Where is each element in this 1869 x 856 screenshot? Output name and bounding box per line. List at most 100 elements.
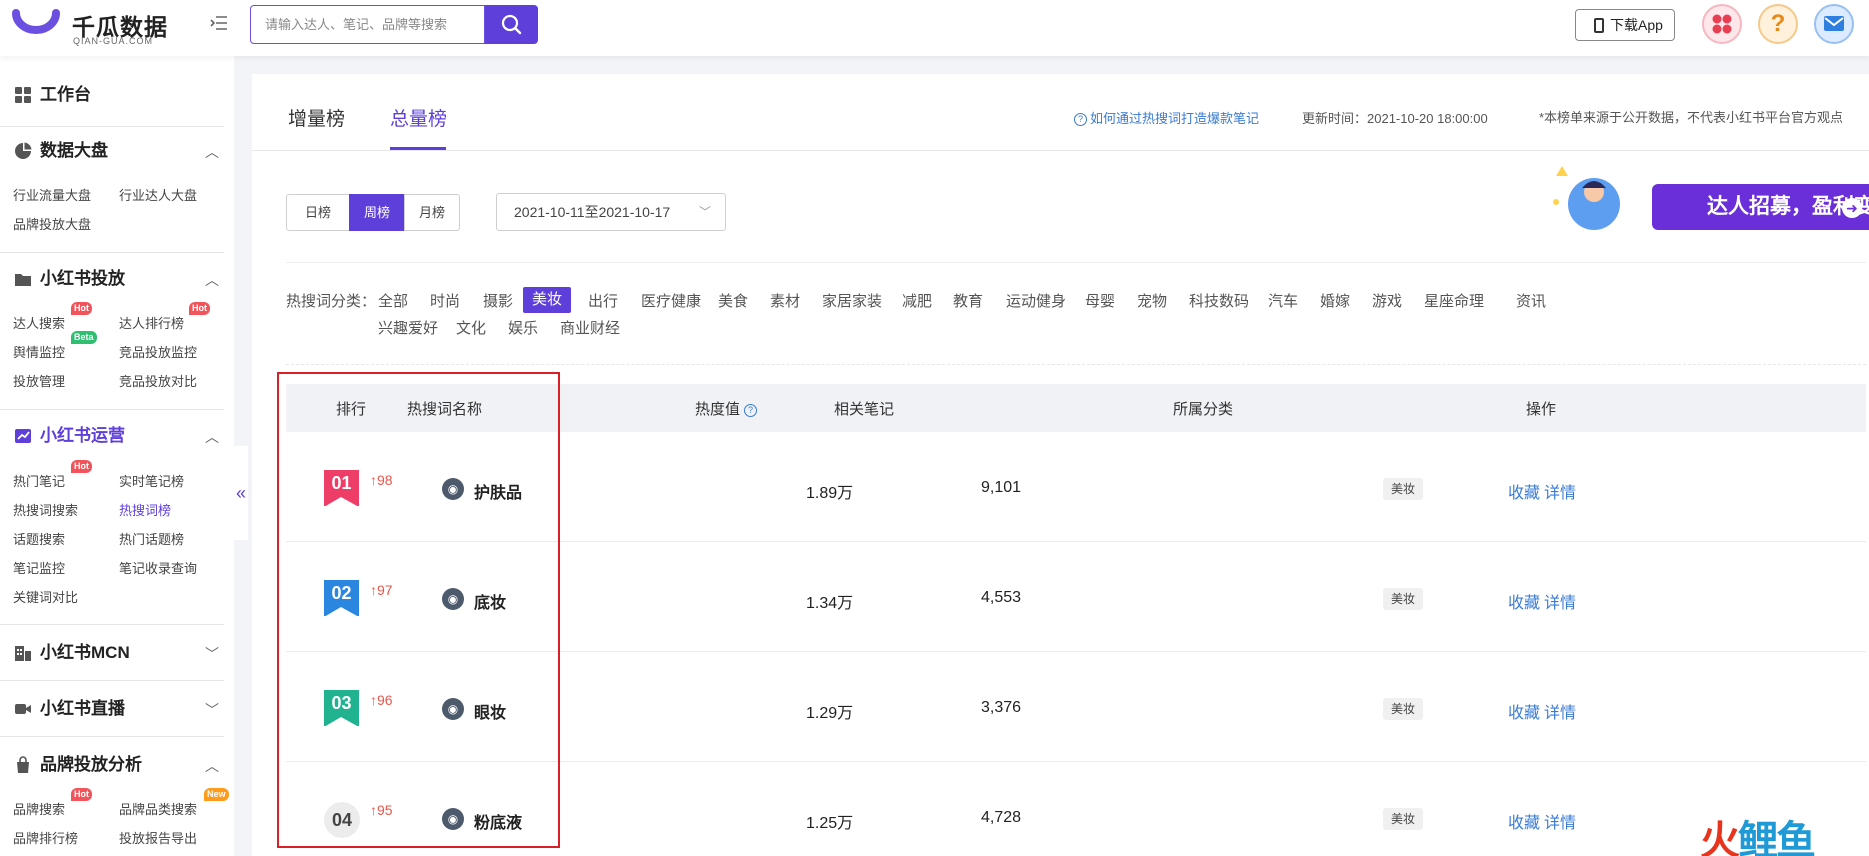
sidebar-item-kol-search[interactable]: 达人搜索 Hot	[13, 302, 92, 332]
category-chip[interactable]: 减肥	[902, 290, 932, 311]
favorite-button[interactable]: 收藏	[1508, 479, 1540, 503]
download-app-button[interactable]: 下载App	[1575, 9, 1675, 41]
category-chip[interactable]: 宠物	[1137, 290, 1167, 311]
sidebar-item-sentiment[interactable]: 舆情监控 Beta	[13, 331, 97, 361]
category-chip[interactable]: 母婴	[1085, 290, 1115, 311]
sidebar-item-note-monitor[interactable]: 笔记监控	[13, 558, 65, 577]
sidebar-section-label: 品牌投放分析	[40, 755, 142, 774]
sidebar-item-report-export[interactable]: 投放报告导出	[119, 828, 197, 847]
category-chip[interactable]: 商业财经	[560, 317, 620, 338]
sidebar-item-brand-category-search[interactable]: 品牌品类搜索 New	[119, 788, 229, 818]
category-chip[interactable]: 资讯	[1516, 290, 1546, 311]
chevron-up-icon[interactable]: ︿	[205, 270, 219, 290]
date-range-select[interactable]: 2021-10-11至2021-10-17 ﹀	[496, 193, 726, 231]
help-link[interactable]: ? 如何通过热搜词打造爆款笔记	[1074, 108, 1259, 127]
new-badge: New	[204, 788, 229, 801]
sidebar-item-industry-kol[interactable]: 行业达人大盘	[119, 185, 197, 204]
recruit-banner[interactable]: 达人招募，盈利变现	[1542, 154, 1869, 244]
update-time: 更新时间：2021-10-20 18:00:00	[1302, 111, 1488, 126]
sidebar-section-live[interactable]: 小红书直播	[14, 697, 125, 721]
sidebar-section-label: 数据大盘	[40, 141, 108, 160]
category-chip[interactable]: 文化	[456, 317, 486, 338]
sidebar-item-hot-topics[interactable]: 热门话题榜	[119, 529, 184, 548]
detail-button[interactable]: 详情	[1544, 699, 1576, 723]
sidebar-item-topic-search[interactable]: 话题搜索	[13, 529, 65, 548]
category-chip[interactable]: 科技数码	[1189, 290, 1249, 311]
sidebar-section-mcn[interactable]: 小红书MCN	[14, 641, 130, 665]
sidebar-item-industry-traffic[interactable]: 行业流量大盘	[13, 185, 91, 204]
category-chip[interactable]: 星座命理	[1424, 290, 1484, 311]
category-chip[interactable]: 游戏	[1372, 290, 1402, 311]
detail-button[interactable]: 详情	[1544, 479, 1576, 503]
category-chip[interactable]: 婚嫁	[1320, 290, 1350, 311]
sidebar-collapse-button[interactable]: «	[234, 446, 248, 540]
folder-icon	[15, 274, 31, 286]
sidebar-item-realtime-notes[interactable]: 实时笔记榜	[119, 471, 184, 490]
sidebar-item-hotword-search[interactable]: 热搜词搜索	[13, 500, 78, 519]
sidebar-section-brand-analysis[interactable]: 品牌投放分析	[14, 753, 142, 777]
beta-badge: Beta	[71, 331, 97, 344]
sidebar-item-brand-search[interactable]: 品牌搜索 Hot	[13, 788, 92, 818]
sidebar-item-brand-ranking[interactable]: 品牌排行榜	[13, 828, 78, 847]
category-chip[interactable]: 时尚	[430, 290, 460, 311]
category-chip[interactable]: 摄影	[483, 290, 513, 311]
period-week-button[interactable]: 周榜	[349, 194, 405, 231]
help-icon[interactable]: ?	[1758, 4, 1798, 44]
category-chip[interactable]: 素材	[770, 290, 800, 311]
detail-button[interactable]: 详情	[1544, 589, 1576, 613]
chevron-up-icon[interactable]: ︿	[205, 427, 219, 447]
header-heat: 热度值?	[695, 398, 758, 419]
category-chip[interactable]: 教育	[953, 290, 983, 311]
divider	[0, 126, 224, 127]
favorite-button[interactable]: 收藏	[1508, 699, 1540, 723]
header-notes: 相关笔记	[834, 401, 895, 418]
chevron-down-icon[interactable]: ﹀	[205, 700, 219, 720]
tab-incremental[interactable]: 增量榜	[288, 104, 345, 131]
sidebar-section-placement[interactable]: 小红书投放	[14, 267, 125, 291]
category-chip[interactable]: 运动健身	[1006, 290, 1066, 311]
sidebar-item-hot-notes[interactable]: 热门笔记 Hot	[13, 460, 92, 490]
category-chip[interactable]: 出行	[588, 290, 618, 311]
divider	[0, 736, 224, 737]
sidebar-item-competitor-compare[interactable]: 竞品投放对比	[119, 371, 197, 390]
sidebar-section-label: 小红书运营	[40, 426, 125, 445]
category-chip[interactable]: 兴趣爱好	[378, 317, 438, 338]
favorite-button[interactable]: 收藏	[1508, 589, 1540, 613]
arrow-right-icon[interactable]: ➜	[1842, 198, 1862, 218]
apps-icon[interactable]	[1702, 4, 1742, 44]
sidebar-item-keyword-compare[interactable]: 关键词对比	[13, 587, 78, 606]
category-chip[interactable]: 医疗健康	[641, 290, 701, 311]
sidebar-item-placement-manage[interactable]: 投放管理	[13, 371, 65, 390]
download-app-label: 下载App	[1610, 17, 1663, 33]
search-button[interactable]	[485, 5, 538, 44]
category-chip[interactable]: 汽车	[1268, 290, 1298, 311]
category-chip[interactable]: 家居家装	[822, 290, 882, 311]
sidebar-section-operation[interactable]: 小红书运营	[14, 424, 125, 448]
heat-value: 1.89万	[806, 485, 854, 502]
sidebar-item-note-index[interactable]: 笔记收录查询	[119, 558, 197, 577]
category-chip[interactable]: 美食	[718, 290, 748, 311]
sidebar-item-workbench[interactable]: 工作台	[14, 83, 91, 107]
search-input[interactable]: 请输入达人、笔记、品牌等搜索	[250, 5, 485, 44]
chevron-up-icon[interactable]: ︿	[205, 142, 219, 162]
sidebar-item-competitor-monitor[interactable]: 竞品投放监控	[119, 342, 197, 361]
category-chip[interactable]: 娱乐	[508, 317, 538, 338]
logo[interactable]: 千瓜数据 QIAN-GUA.COM	[12, 5, 172, 51]
favorite-button[interactable]: 收藏	[1508, 809, 1540, 833]
menu-toggle-icon[interactable]	[210, 14, 230, 34]
disclaimer: *本榜单来源于公开数据，不代表小红书平台官方观点	[1539, 110, 1844, 125]
sidebar-item-brand-dashboard[interactable]: 品牌投放大盘	[13, 214, 91, 233]
sidebar-section-dashboard[interactable]: 数据大盘	[14, 139, 108, 163]
mail-icon[interactable]	[1814, 4, 1854, 44]
category-chip[interactable]: 美妆	[523, 287, 572, 313]
category-chip[interactable]: 全部	[378, 290, 408, 311]
sidebar-item-kol-ranking[interactable]: 达人排行榜 Hot	[119, 302, 210, 332]
period-month-button[interactable]: 月榜	[404, 194, 460, 231]
detail-button[interactable]: 详情	[1544, 809, 1576, 833]
info-icon[interactable]: ?	[744, 404, 758, 417]
period-day-button[interactable]: 日榜	[286, 194, 350, 231]
chevron-up-icon[interactable]: ︿	[205, 756, 219, 776]
sidebar-item-hotword-ranking[interactable]: 热搜词榜	[119, 500, 171, 519]
chevron-down-icon[interactable]: ﹀	[205, 644, 219, 664]
tab-total[interactable]: 总量榜	[390, 104, 447, 131]
